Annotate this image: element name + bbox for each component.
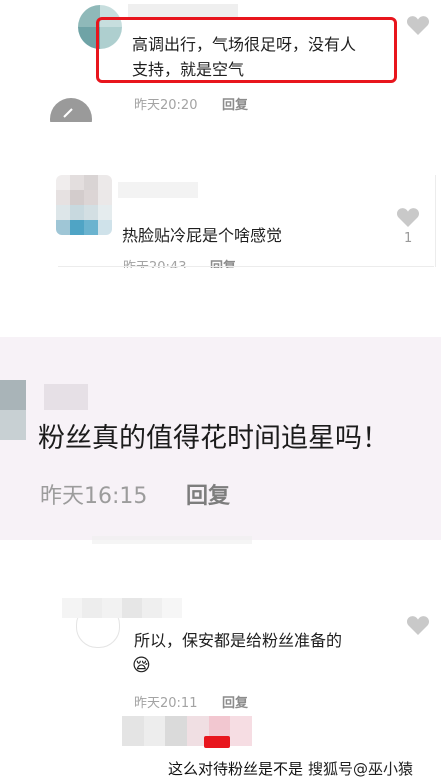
comment-time: 昨天20:11 — [134, 696, 198, 711]
footer-caption-row: 这么对待粉丝是不是 搜狐号@巫小猿 — [160, 752, 441, 783]
username-blurred — [62, 598, 182, 618]
avatar-blurred — [0, 380, 26, 440]
like-icon[interactable] — [406, 614, 430, 636]
comment-text: 粉丝真的值得花时间追星吗！ — [38, 423, 389, 454]
chevron-icon — [63, 108, 73, 118]
like-count: 1 — [404, 231, 413, 246]
watermark: 搜狐号@巫小猿 — [308, 760, 414, 778]
badge-red — [204, 736, 230, 748]
footer-caption: 这么对待粉丝是不是 — [168, 760, 304, 778]
username-blurred — [44, 384, 88, 410]
comment-text-line1: 高调出行，气场很足呀，没有人 — [132, 35, 357, 54]
like-icon[interactable] — [396, 206, 420, 228]
like-icon[interactable] — [406, 14, 430, 36]
comment-time: 昨天16:15 — [40, 484, 148, 509]
comment-text: 所以，保安都是给粉丝准备的 — [134, 631, 343, 650]
emoji-sleepy: 😪 — [132, 655, 151, 676]
divider — [58, 266, 434, 267]
reply-button[interactable]: 回复 — [222, 94, 248, 113]
comment-time: 昨天20:20 — [134, 98, 198, 113]
username-blurred — [128, 4, 238, 18]
blurred-text-fragment — [92, 536, 252, 544]
reply-button[interactable]: 回复 — [222, 692, 248, 711]
comment-text-line2: 支持，就是空气 — [132, 60, 245, 79]
divider — [435, 175, 436, 267]
comment-text: 热脸贴冷屁是个啥感觉 — [122, 226, 283, 245]
avatar-blurred — [56, 175, 112, 235]
reply-button[interactable]: 回复 — [186, 478, 230, 510]
username-blurred — [118, 182, 198, 198]
next-comment-blurred — [122, 716, 252, 746]
